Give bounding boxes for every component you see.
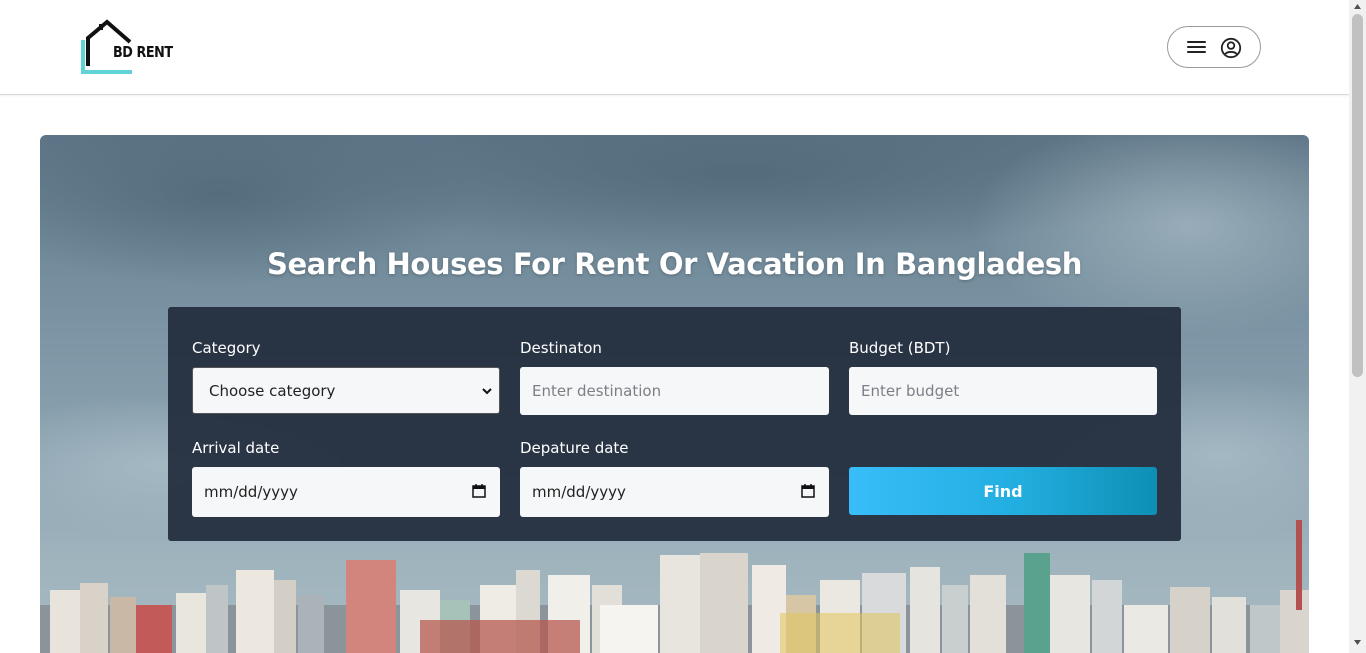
destination-input[interactable]: Enter destination xyxy=(520,367,829,415)
hero-banner: Search Houses For Rent Or Vacation In Ba… xyxy=(40,135,1309,653)
departure-date-value: mm/dd/yyyy xyxy=(532,483,626,501)
search-form: Category Choose category Destinaton Ente… xyxy=(168,307,1181,541)
departure-date-label: Depature date xyxy=(520,439,629,457)
arrival-date-input[interactable]: mm/dd/yyyy xyxy=(192,467,500,517)
departure-date-input[interactable]: mm/dd/yyyy xyxy=(520,467,829,517)
brand-logo-text: BD RENT xyxy=(113,43,173,61)
destination-label: Destinaton xyxy=(520,339,602,357)
category-select-value: Choose category xyxy=(209,381,336,400)
page-scrollbar[interactable] xyxy=(1349,0,1366,653)
category-select[interactable]: Choose category xyxy=(192,367,500,414)
scroll-down-arrow-icon[interactable] xyxy=(1354,640,1361,645)
calendar-icon[interactable] xyxy=(801,484,815,498)
budget-placeholder: Enter budget xyxy=(861,382,960,400)
arrival-date-value: mm/dd/yyyy xyxy=(204,483,298,501)
budget-input[interactable]: Enter budget xyxy=(849,367,1157,415)
user-menu-button[interactable] xyxy=(1167,26,1261,68)
find-button[interactable]: Find xyxy=(849,467,1157,515)
category-label: Category xyxy=(192,339,261,357)
hero-title: Search Houses For Rent Or Vacation In Ba… xyxy=(266,247,1082,281)
budget-label: Budget (BDT) xyxy=(849,339,951,357)
scrollbar-thumb[interactable] xyxy=(1352,14,1363,377)
hamburger-icon xyxy=(1187,40,1207,54)
chevron-down-icon xyxy=(482,388,492,395)
site-header: BD RENT xyxy=(0,0,1349,95)
page-viewport: BD RENT Search Houses For Rent Or Vacati… xyxy=(0,0,1349,653)
calendar-icon[interactable] xyxy=(472,484,486,498)
destination-placeholder: Enter destination xyxy=(532,382,662,400)
scroll-up-arrow-icon[interactable] xyxy=(1354,4,1361,9)
account-circle-icon xyxy=(1220,37,1242,59)
arrival-date-label: Arrival date xyxy=(192,439,280,457)
